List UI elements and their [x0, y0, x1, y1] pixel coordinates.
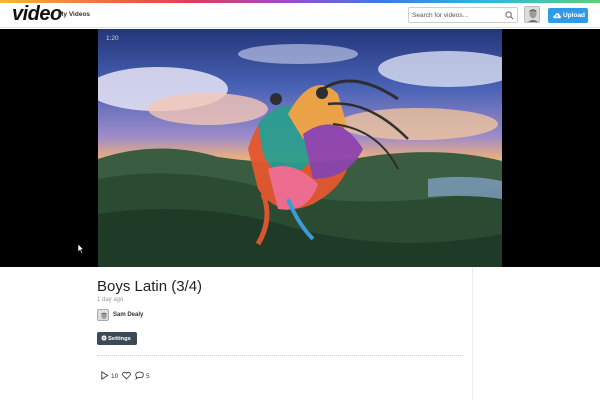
search-box[interactable]	[408, 7, 518, 23]
pointer-cursor-icon	[78, 244, 84, 254]
posted-date: 1 day ago	[97, 297, 124, 303]
heart-icon[interactable]	[122, 371, 131, 380]
settings-button[interactable]: Settings	[97, 332, 137, 345]
comments-count: 5	[146, 373, 150, 380]
video-frame[interactable]: 1:20	[98, 29, 502, 267]
user-avatar[interactable]	[524, 6, 540, 23]
video-title: Boys Latin (3/4)	[97, 278, 203, 295]
upload-button[interactable]: Upload	[548, 8, 588, 23]
video-timestamp: 1:20	[106, 35, 119, 42]
settings-button-label: Settings	[108, 335, 131, 342]
author-avatar-image	[98, 311, 108, 320]
content-divider	[97, 355, 463, 356]
video-artwork	[98, 29, 502, 267]
author-name-link[interactable]: Sam Dealy	[113, 312, 143, 318]
video-player[interactable]: 1:20	[0, 29, 600, 267]
gear-icon	[101, 335, 107, 341]
user-avatar-image	[525, 7, 539, 22]
site-logo[interactable]: video	[12, 3, 62, 25]
play-icon	[101, 371, 109, 380]
nav-my-videos-link[interactable]: My Videos	[58, 11, 90, 18]
search-input[interactable]	[412, 9, 502, 21]
sidebar-divider	[472, 267, 473, 400]
top-navigation-bar: video My Videos Upload	[0, 3, 600, 28]
upload-cloud-icon	[553, 13, 561, 19]
author-avatar[interactable]	[97, 309, 109, 321]
upload-button-label: Upload	[563, 12, 586, 19]
comment-icon[interactable]	[135, 371, 144, 380]
plays-count: 10	[111, 373, 119, 380]
search-icon[interactable]	[505, 11, 514, 20]
